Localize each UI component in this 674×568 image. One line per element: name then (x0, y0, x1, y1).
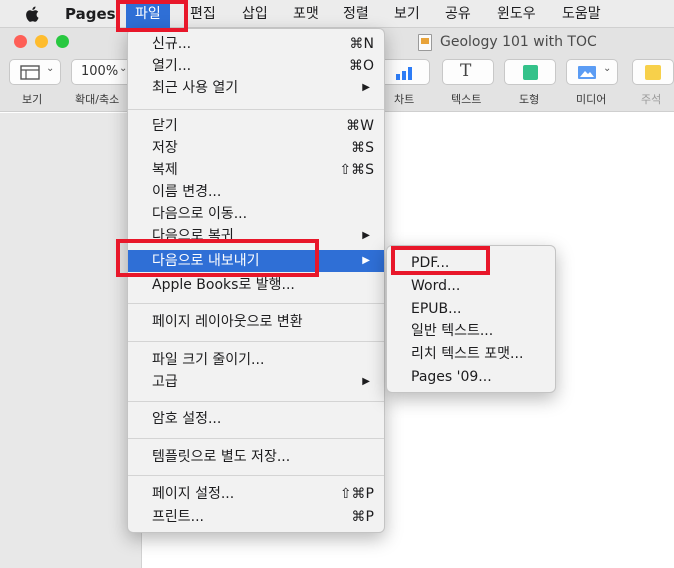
shortcut-page-setup: ⇧⌘P (339, 486, 374, 502)
menu-separator (128, 341, 384, 342)
menu-separator (128, 475, 384, 476)
export-item-pdf[interactable]: PDF... (387, 252, 555, 274)
submenu-arrow-icon: ▶ (362, 255, 370, 266)
window-title: Geology 101 with TOC (440, 34, 597, 50)
text-button[interactable]: T (442, 59, 494, 85)
menu-item-open-recent[interactable]: 최근 사용 열기 ▶ (128, 77, 384, 99)
close-window-button[interactable] (14, 35, 27, 48)
export-item-rich-text[interactable]: 리치 텍스트 포맷... (387, 343, 555, 365)
shortcut-save: ⌘S (351, 140, 374, 156)
menu-item-duplicate[interactable]: 복제 ⇧⌘S (128, 159, 384, 181)
media-button[interactable]: ⌄ (566, 59, 618, 85)
zoom-window-button[interactable] (56, 35, 69, 48)
sidebar-view-icon (20, 65, 40, 80)
apple-icon[interactable] (22, 3, 44, 25)
menu-item-export-to[interactable]: 다음으로 내보내기 ▶ (128, 250, 384, 272)
shortcut-open: ⌘O (348, 58, 374, 74)
comment-label: 주석 (641, 93, 662, 106)
menu-separator (128, 401, 384, 402)
submenu-arrow-icon: ▶ (362, 376, 370, 387)
zoom-select[interactable]: 100% ⌄ (71, 59, 135, 85)
media-label: 미디어 (576, 93, 607, 106)
menu-separator (128, 438, 384, 439)
menu-item-publish-apple-books[interactable]: Apple Books로 발행... (128, 274, 384, 296)
menu-separator (128, 303, 384, 304)
comment-icon (645, 65, 661, 80)
page-thumbnails-sidebar[interactable] (0, 113, 142, 568)
menu-edit[interactable]: 편집 (190, 0, 216, 28)
chart-label: 차트 (394, 93, 415, 106)
export-item-word[interactable]: Word... (387, 275, 555, 297)
file-menu: 신규... ⌘N 열기... ⌘O 최근 사용 열기 ▶ 닫기 ⌘W 저장 ⌘S… (127, 28, 385, 533)
minimize-window-button[interactable] (35, 35, 48, 48)
export-item-pages-09[interactable]: Pages '09... (387, 366, 555, 388)
menu-bar: Pages 파일 편집 삽입 포맷 정렬 보기 공유 윈도우 도움말 (0, 0, 674, 28)
menu-item-convert-page-layout[interactable]: 페이지 레이아웃으로 변환 (128, 311, 384, 333)
menu-item-set-password[interactable]: 암호 설정... (128, 408, 384, 430)
shape-icon (523, 65, 538, 80)
menu-item-save[interactable]: 저장 ⌘S (128, 137, 384, 159)
menu-arrange[interactable]: 정렬 (343, 0, 369, 28)
chevron-down-icon: ⌄ (46, 63, 55, 74)
menu-window[interactable]: 윈도우 (497, 0, 536, 28)
zoom-label: 확대/축소 (75, 93, 120, 106)
menu-item-new[interactable]: 신규... ⌘N (128, 33, 384, 55)
zoom-value: 100% (81, 64, 119, 79)
shortcut-close: ⌘W (346, 118, 374, 134)
comment-button[interactable] (632, 59, 674, 85)
shortcut-new: ⌘N (349, 36, 374, 52)
menu-separator (128, 109, 384, 110)
text-label: 텍스트 (451, 93, 482, 106)
menu-share[interactable]: 공유 (445, 0, 471, 28)
shape-label: 도형 (519, 93, 540, 106)
menu-format[interactable]: 포맷 (293, 0, 319, 28)
menu-file[interactable]: 파일 (126, 0, 170, 28)
menu-item-close[interactable]: 닫기 ⌘W (128, 115, 384, 137)
menu-item-revert-to[interactable]: 다음으로 복귀 ▶ (128, 225, 384, 247)
menu-view[interactable]: 보기 (394, 0, 420, 28)
menu-item-save-as-template[interactable]: 템플릿으로 별도 저장... (128, 446, 384, 468)
shortcut-duplicate: ⇧⌘S (339, 162, 374, 178)
view-button[interactable]: ⌄ (9, 59, 61, 85)
chart-button[interactable] (380, 59, 430, 85)
menu-help[interactable]: 도움말 (562, 0, 601, 28)
menu-item-print[interactable]: 프린트... ⌘P (128, 506, 384, 528)
export-item-epub[interactable]: EPUB... (387, 298, 555, 320)
chart-icon (396, 67, 412, 80)
text-icon: T (460, 61, 472, 81)
chevron-down-icon: ⌄ (603, 63, 612, 74)
menu-insert[interactable]: 삽입 (242, 0, 268, 28)
document-icon (418, 34, 432, 51)
menu-app-pages[interactable]: Pages (65, 0, 116, 28)
menu-item-rename[interactable]: 이름 변경... (128, 181, 384, 203)
menu-item-open[interactable]: 열기... ⌘O (128, 55, 384, 77)
shortcut-print: ⌘P (351, 509, 374, 525)
view-label: 보기 (22, 93, 43, 106)
menu-item-reduce-file-size[interactable]: 파일 크기 줄이기... (128, 349, 384, 371)
submenu-arrow-icon: ▶ (362, 82, 370, 93)
export-item-plain-text[interactable]: 일반 텍스트... (387, 320, 555, 342)
shape-button[interactable] (504, 59, 556, 85)
submenu-arrow-icon: ▶ (362, 230, 370, 241)
menu-item-move-to[interactable]: 다음으로 이동... (128, 203, 384, 225)
menu-item-advanced[interactable]: 고급 ▶ (128, 371, 384, 393)
media-icon (578, 66, 596, 79)
menu-item-page-setup[interactable]: 페이지 설정... ⇧⌘P (128, 483, 384, 505)
export-submenu: PDF... Word... EPUB... 일반 텍스트... 리치 텍스트 … (386, 245, 556, 393)
